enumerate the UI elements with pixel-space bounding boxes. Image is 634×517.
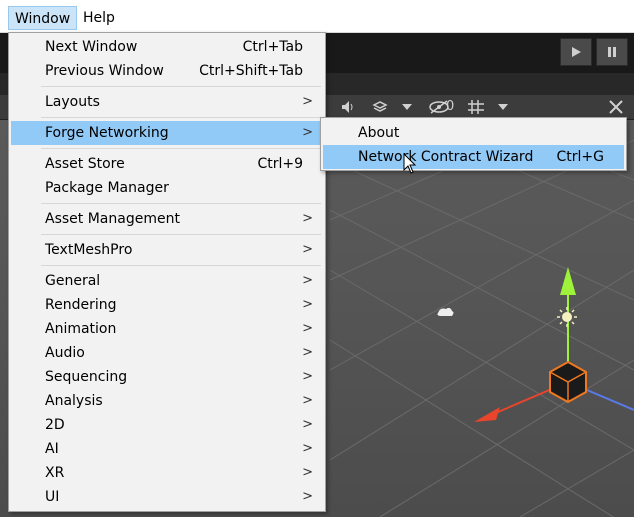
menu-item-label: Next Window: [45, 39, 138, 55]
chevron-right-icon: >: [302, 94, 313, 109]
menu-item-network-contract-wizard[interactable]: Network Contract Wizard Ctrl+G: [323, 145, 624, 169]
menu-item-label: Rendering: [45, 297, 117, 313]
menu-item-asset-store[interactable]: Asset Store Ctrl+9: [11, 152, 323, 176]
menu-item-ai[interactable]: AI >: [11, 437, 323, 461]
menu-item-audio[interactable]: Audio >: [11, 341, 323, 365]
menu-item-asset-management[interactable]: Asset Management >: [11, 207, 323, 231]
layers-icon: [372, 101, 388, 112]
menu-item-label: Package Manager: [45, 180, 169, 196]
menu-separator: [41, 265, 321, 266]
menu-separator: [41, 148, 321, 149]
menu-item-shortcut: Ctrl+9: [257, 156, 303, 172]
window-menu: Next Window Ctrl+Tab Previous Window Ctr…: [8, 32, 326, 512]
chevron-right-icon: >: [302, 211, 313, 226]
grid-toggle-button[interactable]: [464, 96, 488, 118]
menu-item-shortcut: Ctrl+Shift+Tab: [199, 63, 303, 79]
menu-separator: [41, 86, 321, 87]
forge-networking-submenu: About Network Contract Wizard Ctrl+G: [320, 117, 627, 171]
light-icon[interactable]: [562, 312, 572, 322]
menu-item-next-window[interactable]: Next Window Ctrl+Tab: [11, 35, 323, 59]
chevron-down-icon: [402, 104, 412, 110]
speaker-icon: [342, 101, 353, 113]
effects-dropdown[interactable]: [398, 96, 416, 118]
menu-item-label: Animation: [45, 321, 117, 337]
menu-item-layouts[interactable]: Layouts >: [11, 90, 323, 114]
menu-item-label: Asset Store: [45, 156, 125, 172]
audio-toggle-button[interactable]: [336, 96, 360, 118]
chevron-right-icon: >: [302, 489, 313, 504]
grid-icon: [468, 100, 484, 114]
menu-item-previous-window[interactable]: Previous Window Ctrl+Shift+Tab: [11, 59, 323, 83]
chevron-right-icon: >: [302, 465, 313, 480]
pause-icon: [608, 47, 616, 57]
menu-item-textmeshpro[interactable]: TextMeshPro >: [11, 238, 323, 262]
menu-item-about[interactable]: About: [323, 121, 624, 145]
tools-icon: [609, 100, 623, 114]
menu-item-package-manager[interactable]: Package Manager: [11, 176, 323, 200]
effects-button[interactable]: [368, 96, 392, 118]
menu-separator: [41, 117, 321, 118]
chevron-right-icon: >: [302, 345, 313, 360]
hidden-count: 0: [446, 99, 455, 114]
play-button[interactable]: [560, 38, 592, 66]
menu-bar: Window Help: [0, 0, 634, 33]
menu-item-label: General: [45, 273, 101, 289]
chevron-down-icon: [498, 104, 508, 110]
pause-button[interactable]: [596, 38, 628, 66]
chevron-right-icon: >: [302, 393, 313, 408]
x-axis-handle[interactable]: [474, 407, 500, 422]
menu-item-label: Asset Management: [45, 211, 180, 227]
menu-item-general[interactable]: General >: [11, 269, 323, 293]
chevron-right-icon: >: [302, 297, 313, 312]
menu-item-xr[interactable]: XR >: [11, 461, 323, 485]
menu-item-label: AI: [45, 441, 59, 457]
menu-item-label: Sequencing: [45, 369, 128, 385]
menu-item-label: About: [358, 125, 400, 141]
chevron-right-icon: >: [302, 125, 313, 140]
menu-item-shortcut: Ctrl+G: [556, 149, 605, 165]
menu-help[interactable]: Help: [77, 6, 121, 30]
chevron-right-icon: >: [302, 417, 313, 432]
chevron-right-icon: >: [302, 273, 313, 288]
menu-separator: [41, 203, 321, 204]
menu-item-label: UI: [45, 489, 60, 505]
chevron-right-icon: >: [302, 441, 313, 456]
hidden-objects-toggle[interactable]: 0: [420, 96, 458, 118]
grid-dropdown[interactable]: [494, 96, 512, 118]
menu-item-label: Layouts: [45, 94, 100, 110]
menu-item-label: XR: [45, 465, 65, 481]
menu-item-rendering[interactable]: Rendering >: [11, 293, 323, 317]
menu-item-forge-networking[interactable]: Forge Networking >: [11, 121, 323, 145]
menu-separator: [41, 234, 321, 235]
menu-item-shortcut: Ctrl+Tab: [242, 39, 303, 55]
chevron-right-icon: >: [302, 242, 313, 257]
play-icon: [572, 47, 581, 57]
menu-item-label: Analysis: [45, 393, 103, 409]
menu-item-label: Previous Window: [45, 63, 164, 79]
menu-item-label: Network Contract Wizard: [358, 149, 534, 165]
menu-window[interactable]: Window: [8, 6, 78, 30]
menu-item-label: Forge Networking: [45, 125, 169, 141]
menu-item-ui[interactable]: UI >: [11, 485, 323, 509]
menu-item-animation[interactable]: Animation >: [11, 317, 323, 341]
tools-button[interactable]: [604, 96, 628, 118]
chevron-right-icon: >: [302, 321, 313, 336]
menu-item-label: 2D: [45, 417, 65, 433]
chevron-right-icon: >: [302, 369, 313, 384]
menu-item-2d[interactable]: 2D >: [11, 413, 323, 437]
menu-item-label: TextMeshPro: [45, 242, 133, 258]
mouse-cursor-icon: [403, 153, 417, 174]
y-axis-handle[interactable]: [560, 267, 576, 295]
menu-item-sequencing[interactable]: Sequencing >: [11, 365, 323, 389]
menu-item-analysis[interactable]: Analysis >: [11, 389, 323, 413]
menu-item-label: Audio: [45, 345, 85, 361]
